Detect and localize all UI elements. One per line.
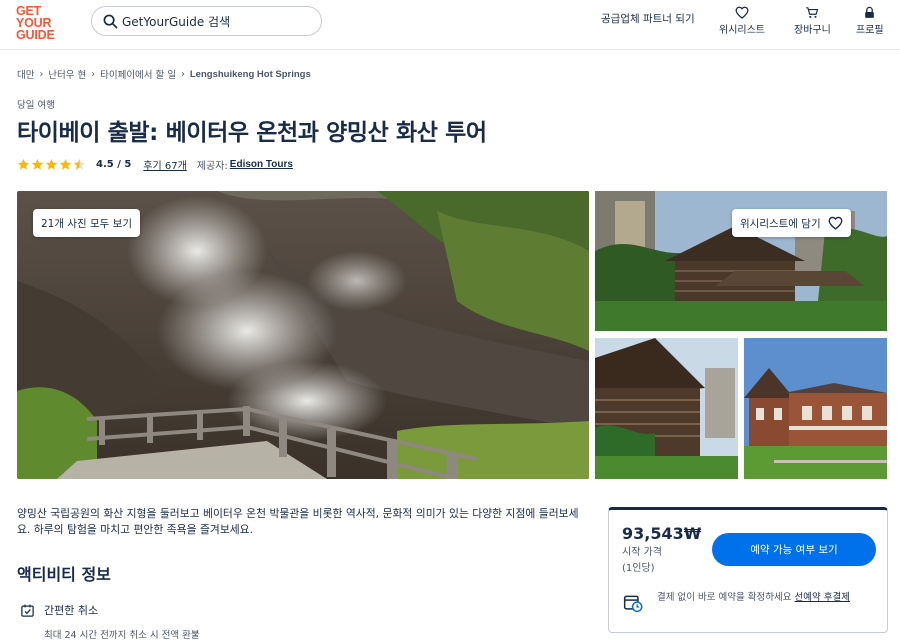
photo-library-exterior[interactable] (595, 338, 738, 479)
breadcrumb-item-country[interactable]: 대만 (17, 67, 34, 81)
price-label-per-person: (1인당) (622, 563, 655, 574)
free-cancellation-feature: 간편한 취소 (20, 602, 98, 618)
search-bar[interactable] (91, 6, 322, 36)
add-to-wishlist-button[interactable]: 위시리스트에 담기 (732, 209, 851, 237)
heart-icon (828, 216, 843, 230)
reserve-description: 결제 없이 바로 예약을 확정하세요 (657, 592, 792, 603)
heart-icon (735, 6, 749, 19)
view-all-photos-button[interactable]: 21개 사진 모두 보기 (33, 209, 140, 237)
nav-profile-button[interactable]: 프로필 (856, 6, 884, 36)
reserve-now-pay-later: 결제 없이 바로 예약을 확정하세요 선예약 후결제 (623, 590, 881, 613)
free-cancellation-label: 간편한 취소 (44, 604, 99, 617)
provider-link[interactable]: Edison Tours (230, 159, 293, 170)
breadcrumb-item-city[interactable]: 타이페이에서 할 일 (100, 67, 176, 81)
reserve-text: 결제 없이 바로 예약을 확정하세요 선예약 후결제 (657, 590, 850, 613)
provider-label: 제공자: (196, 161, 228, 172)
check-availability-button[interactable]: 예약 가능 여부 보기 (712, 533, 876, 566)
star-full-icon (59, 158, 72, 170)
rating-score: 4.5 / 5 (96, 159, 132, 170)
search-icon (103, 14, 118, 29)
nav-cart-label: 장바구니 (794, 25, 831, 36)
nav-profile-label: 프로필 (856, 25, 884, 36)
star-half-icon (73, 158, 86, 170)
reserve-now-pay-later-link[interactable]: 선예약 후결제 (794, 592, 849, 603)
library-exterior-image (595, 338, 738, 479)
booking-card: 93,543₩ 시작 가격 (1인당) 예약 가능 여부 보기 결제 없이 바로… (608, 507, 888, 633)
museum-building-image (744, 338, 887, 479)
activity-description: 양밍산 국립공원의 화산 지형을 둘러보고 베이터우 온천 박물관을 비롯한 역… (17, 507, 579, 536)
calendar-clock-icon (623, 595, 643, 613)
nav-wishlist-button[interactable]: 위시리스트 (719, 6, 765, 36)
star-full-icon (31, 158, 44, 170)
activity-info-heading: 액티비티 정보 (17, 565, 111, 584)
price-label-from: 시작 가격 (622, 547, 662, 558)
breadcrumb-chevron-icon: › (181, 68, 185, 80)
breadcrumb-item-location[interactable]: Lengshuikeng Hot Springs (190, 69, 311, 80)
calendar-check-icon (21, 604, 34, 617)
view-all-photos-label: 21개 사진 모두 보기 (41, 217, 132, 230)
photo-hot-spring-museum[interactable] (744, 338, 887, 479)
supplier-partner-link[interactable]: 공급업체 파트너 되기 (601, 11, 695, 26)
breadcrumb-item-county[interactable]: 난터우 현 (48, 67, 86, 81)
lock-icon (865, 6, 875, 18)
star-rating (17, 158, 87, 171)
cart-icon (806, 7, 819, 18)
star-full-icon (45, 158, 58, 170)
page-title: 타이베이 출발: 베이터우 온천과 양밍산 화산 투어 (17, 120, 487, 146)
getyourguide-logo[interactable]: GET YOUR GUIDE (16, 5, 60, 42)
breadcrumb-chevron-icon: › (91, 68, 96, 80)
breadcrumb-chevron-icon: › (39, 68, 44, 80)
add-to-wishlist-label: 위시리스트에 담기 (740, 217, 821, 230)
reviews-link[interactable]: 후기 67개 (143, 157, 187, 172)
activity-category: 당일 여행 (17, 100, 55, 111)
top-header: GET YOUR GUIDE 공급업체 파트너 되기 위시리스트 장바구니 프로… (0, 0, 900, 50)
nav-cart-button[interactable]: 장바구니 (794, 6, 831, 36)
nav-wishlist-label: 위시리스트 (719, 25, 765, 36)
rating-row: 4.5 / 5 후기 67개 제공자: Edison Tours (17, 157, 293, 172)
breadcrumb: 대만 › 난터우 현 › 타이페이에서 할 일 › Lengshuikeng H… (17, 67, 311, 82)
price-label: 시작 가격 (1인당) (622, 545, 662, 577)
free-cancellation-detail: 최대 24 시간 전까지 취소 시 전액 환불 (44, 630, 200, 641)
search-input[interactable] (122, 11, 312, 32)
star-full-icon (17, 158, 30, 170)
price-value: 93,543₩ (622, 524, 702, 543)
